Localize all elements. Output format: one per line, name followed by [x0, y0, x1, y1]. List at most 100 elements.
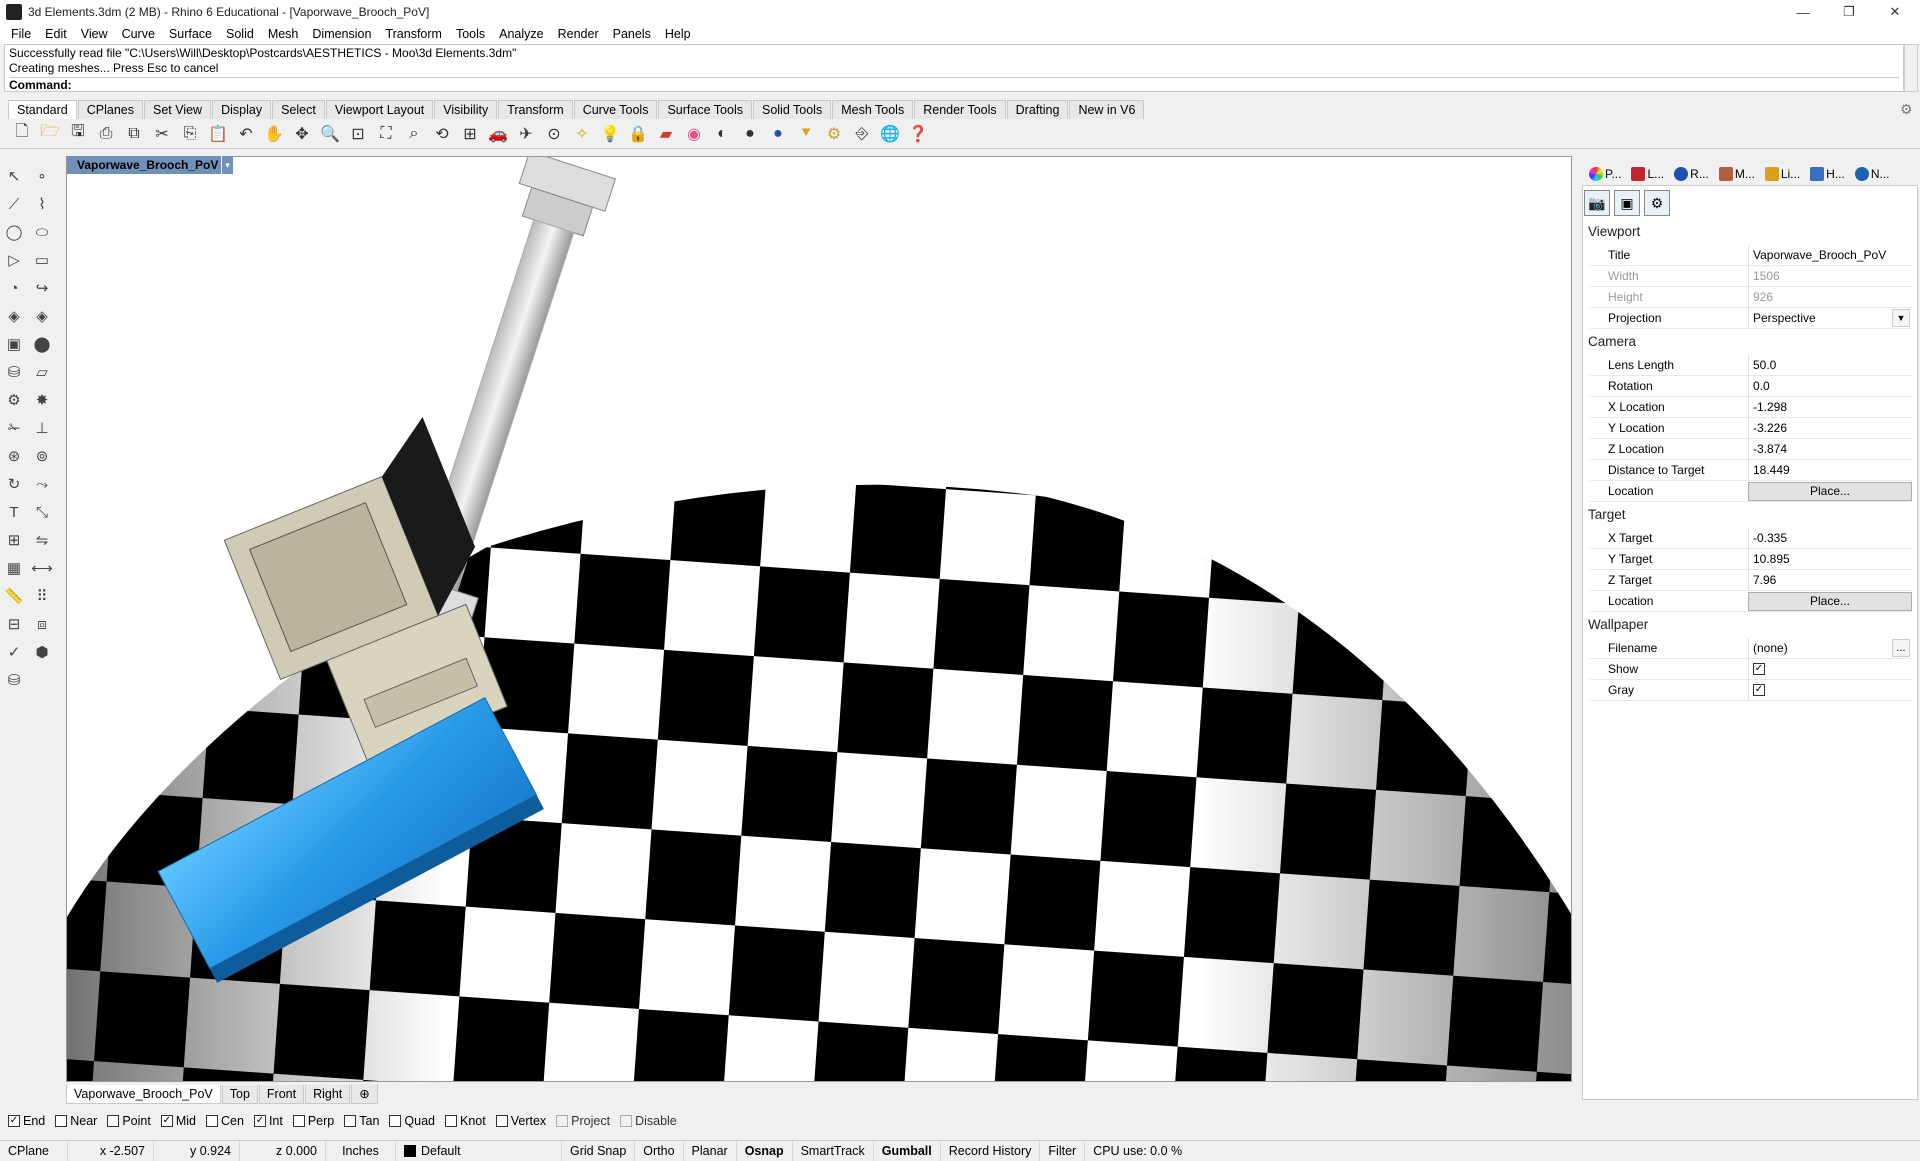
paste-icon[interactable]: 📋 [206, 122, 230, 146]
tab-viewport-layout[interactable]: Viewport Layout [325, 100, 434, 119]
scale-icon[interactable]: ⤡ [30, 500, 54, 524]
osnap-vertex[interactable]: Vertex [495, 1114, 546, 1128]
add-viewport-icon[interactable]: ⊕ [351, 1084, 378, 1104]
globe-icon[interactable]: 🌐 [878, 122, 902, 146]
options-gear-icon[interactable]: ⚙ [822, 122, 846, 146]
shaded-sphere-icon[interactable]: ● [738, 122, 762, 146]
layer-icon[interactable]: ▰ [654, 122, 678, 146]
osnap-point[interactable]: Point [107, 1114, 151, 1128]
title-field[interactable]: Vaporwave_Brooch_PoV [1748, 245, 1912, 265]
print-icon[interactable]: ⎙ [94, 122, 118, 146]
tab-materials[interactable]: M... [1714, 166, 1760, 181]
circle-icon[interactable]: ◯ [2, 220, 26, 244]
explode-icon[interactable]: ✸ [30, 388, 54, 412]
tab-rendering[interactable]: R... [1669, 166, 1714, 181]
polyline-icon[interactable]: ⟋ [2, 192, 26, 216]
camera-icon[interactable]: 📷 [1584, 190, 1610, 216]
x-location-field[interactable]: -1.298 [1748, 397, 1912, 417]
tab-solid-tools[interactable]: Solid Tools [752, 100, 832, 119]
tab-transform[interactable]: Transform [498, 100, 573, 119]
wallpaper-filename-field[interactable]: (none) [1748, 638, 1912, 658]
osnap-perp[interactable]: Perp [292, 1114, 334, 1128]
rotation-field[interactable]: 0.0 [1748, 376, 1912, 396]
group-icon[interactable]: ⊚ [30, 444, 54, 468]
viewport-perspective[interactable] [66, 156, 1572, 1082]
lamp-icon[interactable]: ⯆ [794, 122, 818, 146]
grasshopper-icon[interactable]: ⎆ [850, 122, 874, 146]
check-icon[interactable]: ✓ [2, 640, 26, 664]
material-sphere-icon[interactable]: ◐ [710, 122, 734, 146]
fillet-icon[interactable]: ↪ [30, 276, 54, 300]
menu-curve[interactable]: Curve [115, 27, 162, 41]
curve-arrow-icon[interactable]: ⤳ [30, 472, 54, 496]
command-scrollbar[interactable] [1904, 44, 1918, 92]
planar-toggle[interactable]: Planar [684, 1140, 737, 1161]
tab-layers[interactable]: L... [1626, 166, 1669, 181]
osnap-knot[interactable]: Knot [445, 1114, 486, 1128]
filter-toggle[interactable]: Filter [1040, 1140, 1086, 1161]
open-folder-icon[interactable]: 🗁 [38, 122, 62, 146]
viewport-tab-front[interactable]: Front [258, 1084, 305, 1104]
rendered-sphere-icon[interactable]: ● [766, 122, 790, 146]
viewport-frame-icon[interactable]: ▣ [1614, 190, 1640, 216]
lock-icon[interactable]: 🔒 [626, 122, 650, 146]
osnap-mid[interactable]: ✓ Mid [160, 1114, 196, 1128]
gear-solid-icon[interactable]: ⚙ [2, 388, 26, 412]
zoom-window-icon[interactable]: ⊡ [346, 122, 370, 146]
osnap-int[interactable]: ✓ Int [253, 1114, 283, 1128]
ortho-toggle[interactable]: Ortho [635, 1140, 684, 1161]
boolean-icon[interactable]: ⊛ [2, 444, 26, 468]
osnap-near[interactable]: Near [55, 1114, 97, 1128]
export-icon[interactable]: ⧉ [122, 122, 146, 146]
cplane-indicator[interactable]: CPlane [0, 1140, 68, 1161]
tab-help[interactable]: H... [1805, 166, 1850, 181]
show-checkbox[interactable]: ✓ [1753, 663, 1765, 675]
menu-dimension[interactable]: Dimension [305, 27, 378, 41]
plane-surface-icon[interactable]: ▱ [30, 360, 54, 384]
menu-file[interactable]: File [4, 27, 38, 41]
plane-icon[interactable]: ✈ [514, 122, 538, 146]
copy-icon[interactable]: ⎘ [178, 122, 202, 146]
light-settings-icon[interactable]: ⚙ [1644, 190, 1670, 216]
mesh-box-icon[interactable]: ▦ [2, 556, 26, 580]
four-view-icon[interactable]: ⊞ [458, 122, 482, 146]
car-icon[interactable]: 🚗 [486, 122, 510, 146]
lightbulb-icon[interactable]: 💡 [598, 122, 622, 146]
osnap-toggle[interactable]: Osnap [737, 1140, 793, 1161]
restore-button[interactable]: ❐ [1826, 0, 1872, 24]
menu-view[interactable]: View [74, 27, 115, 41]
menu-surface[interactable]: Surface [162, 27, 219, 41]
browse-button[interactable]: ... [1892, 639, 1910, 657]
tab-new-in-v6[interactable]: New in V6 [1069, 100, 1145, 119]
select-arrow-icon[interactable]: ↖ [2, 164, 26, 188]
split-icon[interactable]: ⊥ [30, 416, 54, 440]
tab-visibility[interactable]: Visibility [434, 100, 498, 119]
gear-icon[interactable]: ⚙ [1900, 101, 1913, 118]
lens-length-field[interactable]: 50.0 [1748, 355, 1912, 375]
tab-select[interactable]: Select [272, 100, 325, 119]
command-prompt[interactable]: Command: [9, 77, 1899, 93]
viewport-tab-right[interactable]: Right [305, 1084, 351, 1104]
menu-mesh[interactable]: Mesh [261, 27, 306, 41]
dimension-icon[interactable]: ⟷ [30, 556, 54, 580]
menu-transform[interactable]: Transform [378, 27, 449, 41]
osnap-end[interactable]: ✓ End [8, 1114, 45, 1128]
sphere-solid-icon[interactable]: ⬤ [30, 332, 54, 356]
snap-point-icon[interactable]: ✧ [570, 122, 594, 146]
close-button[interactable]: ✕ [1872, 0, 1918, 24]
polygon-icon[interactable]: ▷ [2, 248, 26, 272]
zoom-selected-icon[interactable]: ⌕ [402, 122, 426, 146]
hatch-icon[interactable]: ⊟ [2, 612, 26, 636]
menu-solid[interactable]: Solid [219, 27, 261, 41]
tab-surface-tools[interactable]: Surface Tools [658, 100, 752, 119]
projection-select[interactable]: Perspective [1748, 308, 1912, 328]
text-icon[interactable]: T [2, 500, 26, 524]
gray-checkbox[interactable]: ✓ [1753, 684, 1765, 696]
y-location-field[interactable]: -3.226 [1748, 418, 1912, 438]
x-target-field[interactable]: -0.335 [1748, 528, 1912, 548]
cplane-icon[interactable]: ⊙ [542, 122, 566, 146]
rotate-view-icon[interactable]: ✥ [290, 122, 314, 146]
tab-set-view[interactable]: Set View [143, 100, 212, 119]
chevron-down-icon[interactable]: ▼ [1892, 309, 1910, 327]
array-icon[interactable]: ⊞ [2, 528, 26, 552]
